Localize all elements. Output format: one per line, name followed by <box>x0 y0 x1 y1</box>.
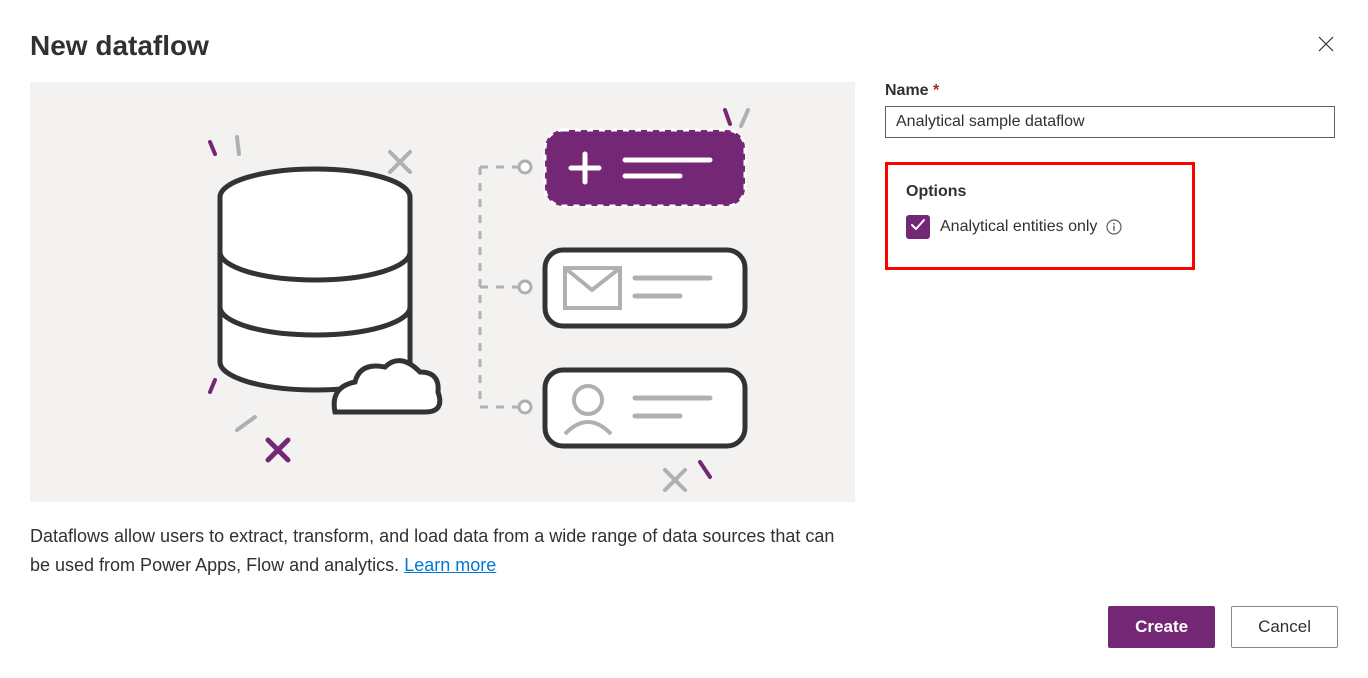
learn-more-link[interactable]: Learn more <box>404 555 496 575</box>
info-icon[interactable] <box>1106 219 1122 235</box>
checkbox-label: Analytical entities only <box>940 218 1122 236</box>
name-label-text: Name <box>885 82 929 99</box>
right-panel: Name * Options Analytical entities only <box>885 82 1338 580</box>
name-input[interactable] <box>885 106 1335 138</box>
analytical-entities-checkbox[interactable] <box>906 215 930 239</box>
description: Dataflows allow users to extract, transf… <box>30 522 855 580</box>
close-button[interactable] <box>1314 32 1338 61</box>
required-asterisk: * <box>933 82 939 99</box>
create-button[interactable]: Create <box>1108 606 1215 648</box>
left-panel: Dataflows allow users to extract, transf… <box>30 82 855 580</box>
options-highlight-box: Options Analytical entities only <box>885 162 1195 270</box>
dialog-title: New dataflow <box>30 30 209 62</box>
footer: Create Cancel <box>1108 606 1338 648</box>
cancel-button[interactable]: Cancel <box>1231 606 1338 648</box>
name-label: Name * <box>885 82 1338 100</box>
close-icon <box>1318 36 1334 56</box>
dataflow-illustration <box>30 82 855 502</box>
options-label: Options <box>906 183 1174 201</box>
check-icon <box>910 217 926 238</box>
checkbox-label-text: Analytical entities only <box>940 218 1097 235</box>
